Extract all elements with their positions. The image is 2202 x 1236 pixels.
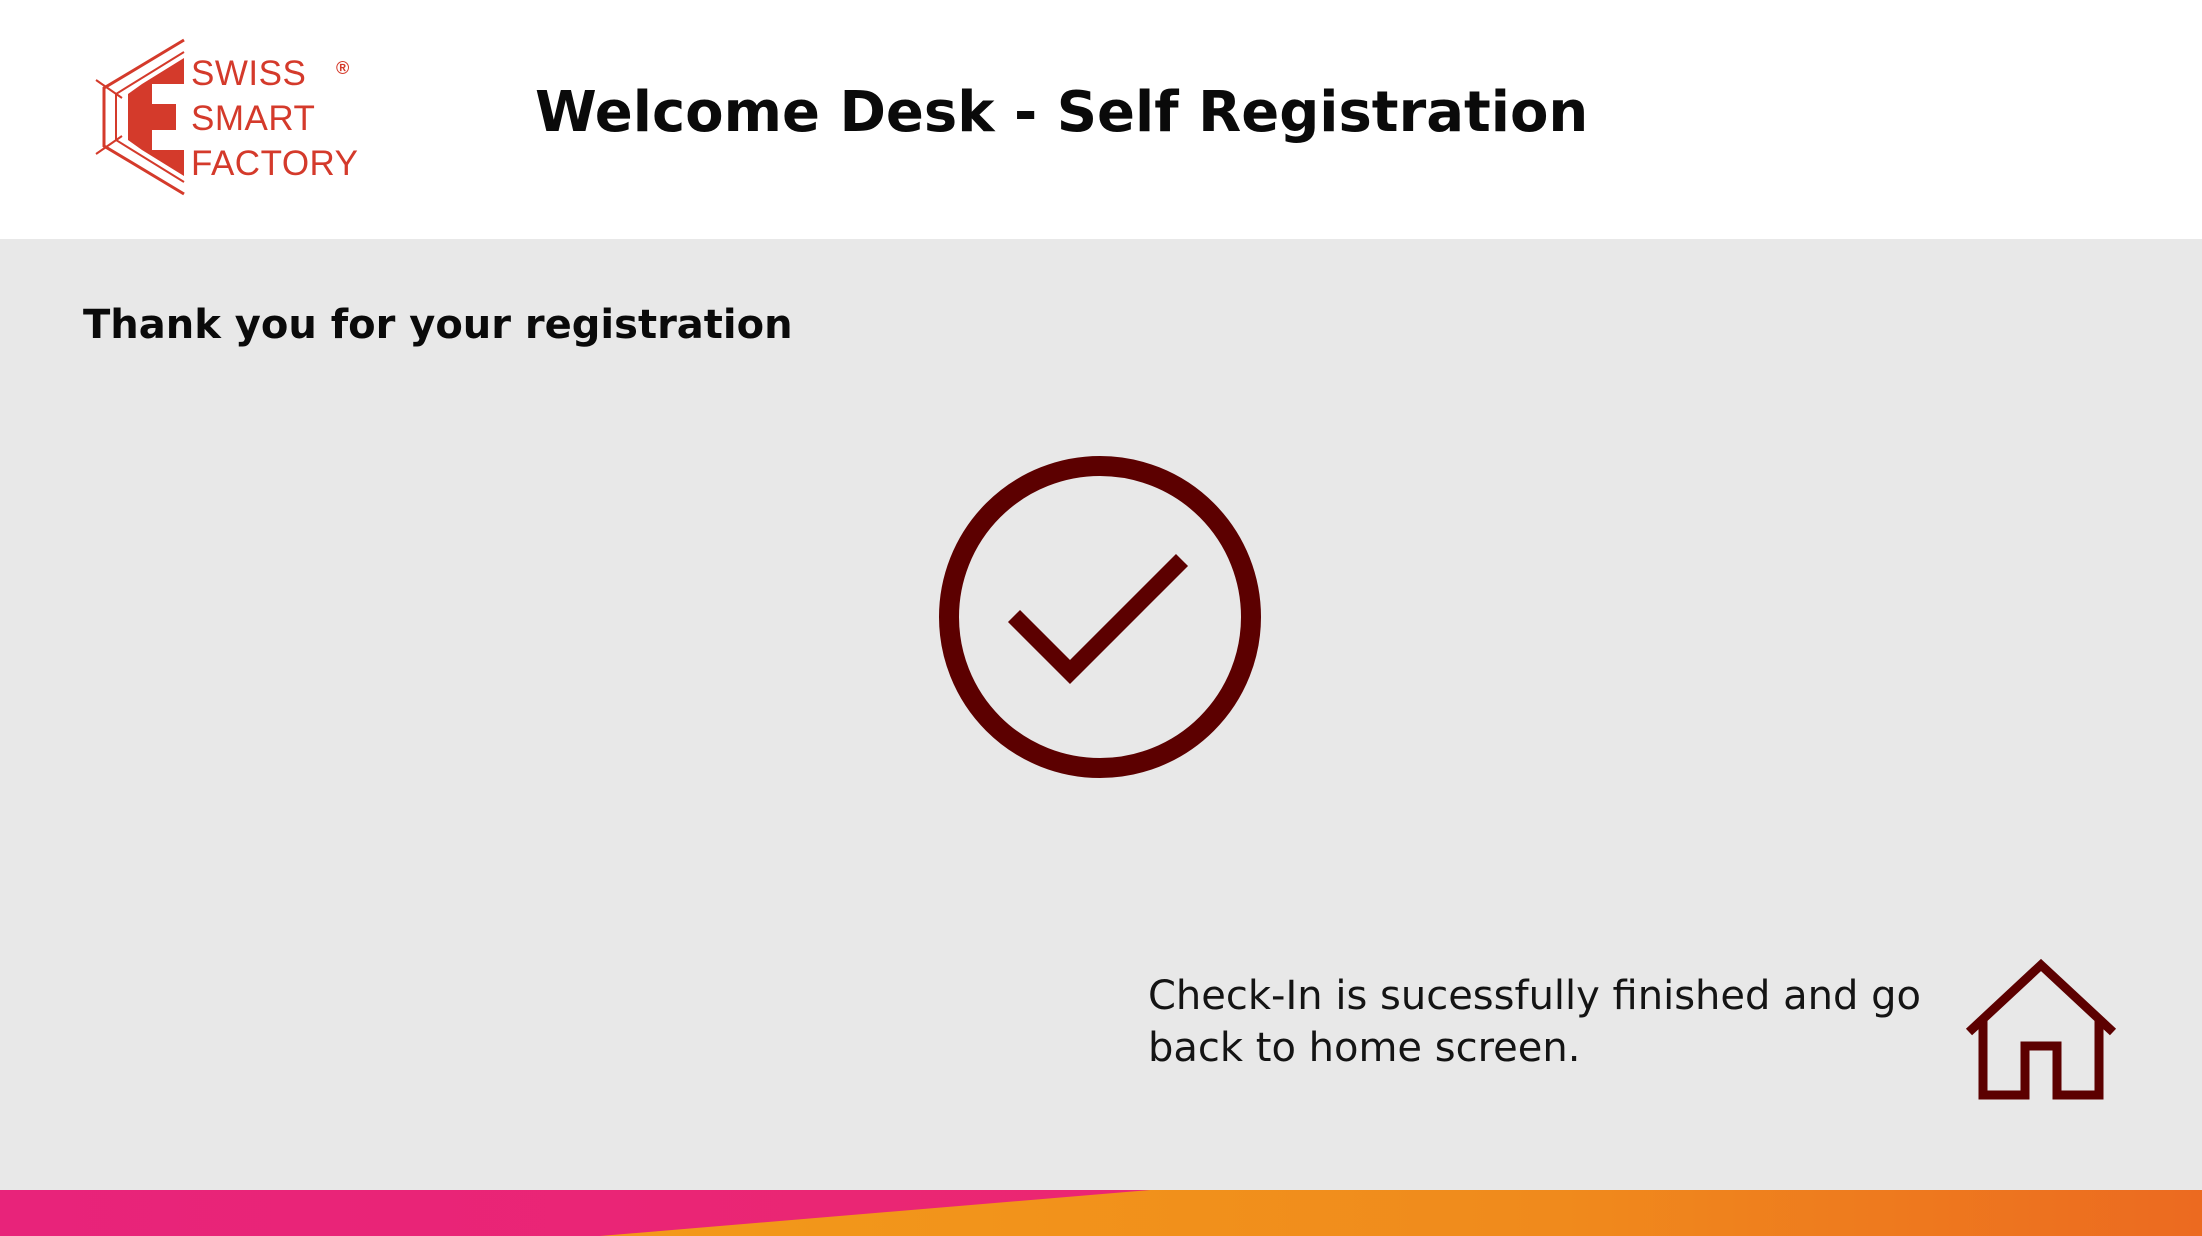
logo-text-factory: FACTORY [191, 144, 359, 183]
check-circle-icon [939, 456, 1261, 778]
swiss-smart-factory-logo: SWISS SMART FACTORY ® [92, 38, 362, 196]
bottom-decoration-bar [0, 1190, 2202, 1236]
logo-text-swiss: SWISS [191, 54, 307, 93]
page-title: Welcome Desk - Self Registration [535, 80, 1589, 145]
logo-text-smart: SMART [191, 99, 316, 138]
checkin-message: Check-In is sucessfully finished and go … [1148, 973, 1921, 1071]
logo-emblem [95, 38, 185, 196]
confirmation-heading: Thank you for your registration [83, 302, 793, 348]
home-icon [1965, 958, 2117, 1100]
registered-mark: ® [336, 58, 350, 78]
home-button[interactable] [1964, 958, 2118, 1100]
header: SWISS SMART FACTORY ® Welcome Desk - Sel… [0, 0, 2202, 239]
